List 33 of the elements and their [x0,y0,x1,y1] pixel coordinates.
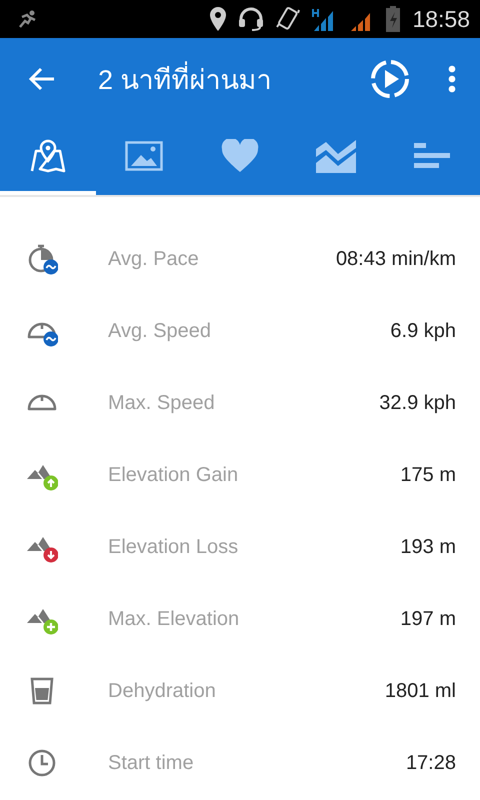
stat-label: Dehydration [108,680,217,702]
page-title: 2 นาทีที่ผ่านมา [98,58,366,100]
stat-label: Max. Elevation [108,608,240,630]
stat-label: Elevation Gain [108,464,240,486]
stat-label: Avg. Pace [108,248,200,270]
stat-label: Avg. Speed [108,320,212,342]
stopwatch-icon [26,243,58,275]
more-icon [448,65,456,93]
clock-icon [26,747,58,779]
stat-label: Max. Speed [108,392,216,414]
map-pin-icon [28,138,68,172]
running-icon [16,9,38,29]
battery-icon [386,6,400,32]
bar-chart-icon [413,142,451,170]
stat-label: Start time [108,752,195,774]
stat-value: 17:28 [406,752,456,774]
clock-time: 18:58 [412,6,470,32]
stat-value: 6.9 kph [390,320,456,342]
stat-value: 193 m [400,536,456,558]
play-icon [370,59,410,99]
stat-value: 1801 ml [384,680,456,702]
stat-value: 197 m [400,608,456,630]
headset-icon [238,7,264,31]
stat-value: 32.9 kph [379,392,456,414]
location-icon [210,7,226,31]
back-arrow-icon [28,66,56,92]
stat-value: 175 m [400,464,456,486]
heart-icon [221,138,259,172]
vibrate-icon [276,6,300,32]
area-chart-icon [315,138,357,172]
stat-value: 08:43 min/km [336,248,456,270]
image-icon [125,140,163,170]
stat-label: Elevation Loss [108,536,240,558]
